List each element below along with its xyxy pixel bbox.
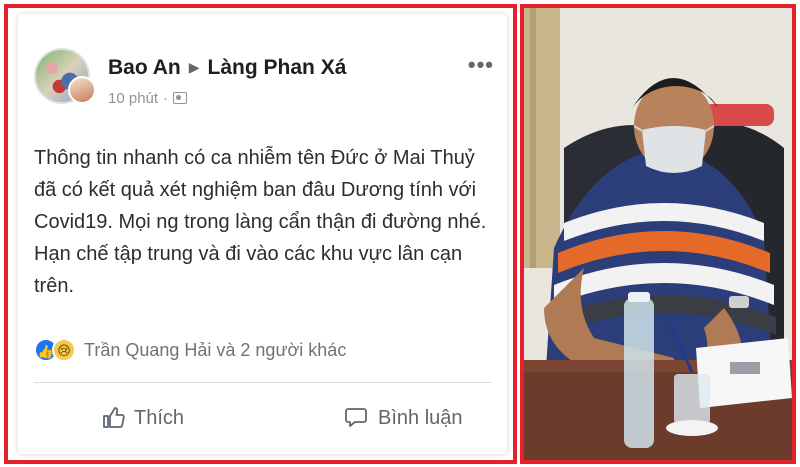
separator-dot: ·: [163, 90, 169, 107]
more-options-icon[interactable]: •••: [468, 52, 494, 78]
sad-reaction-icon: 😢: [52, 338, 76, 362]
reactions-summary[interactable]: Trần Quang Hải và 2 người khác: [84, 340, 346, 361]
left-panel-frame: Bao An ▶ Làng Phan Xá 10 phút · ••• Thông t…: [4, 4, 517, 464]
post-text: Thông tin nhanh có ca nhiễm tên Đức ở Ma…: [34, 147, 487, 297]
like-label: Thích: [134, 406, 185, 429]
action-divider: [34, 382, 492, 383]
news-photo: [524, 8, 792, 460]
group-avatar-badge: [68, 76, 96, 104]
group-name[interactable]: Làng Phan Xá: [208, 56, 347, 79]
right-panel-frame: [520, 4, 796, 464]
thumbs-up-icon: [102, 406, 126, 430]
author-name[interactable]: Bao An: [108, 56, 181, 79]
like-button[interactable]: Thích: [102, 400, 184, 436]
post-meta: 10 phút ·: [108, 90, 188, 107]
post-time[interactable]: 10 phút: [108, 90, 158, 107]
comment-bubble-icon: [344, 405, 370, 431]
comment-button[interactable]: Bình luận: [344, 400, 463, 436]
post-header: Bao An ▶ Làng Phan Xá 10 phút · •••: [34, 48, 494, 112]
reactions-bar[interactable]: 👍 😢 Trần Quang Hải và 2 người khác: [34, 336, 494, 366]
triangle-right-icon: ▶: [188, 59, 200, 75]
group-privacy-icon: [173, 92, 188, 104]
author-line: Bao An ▶ Làng Phan Xá: [108, 56, 346, 80]
comment-label: Bình luận: [378, 406, 463, 429]
facebook-post-card: Bao An ▶ Làng Phan Xá 10 phút · ••• Thông t…: [18, 14, 507, 454]
